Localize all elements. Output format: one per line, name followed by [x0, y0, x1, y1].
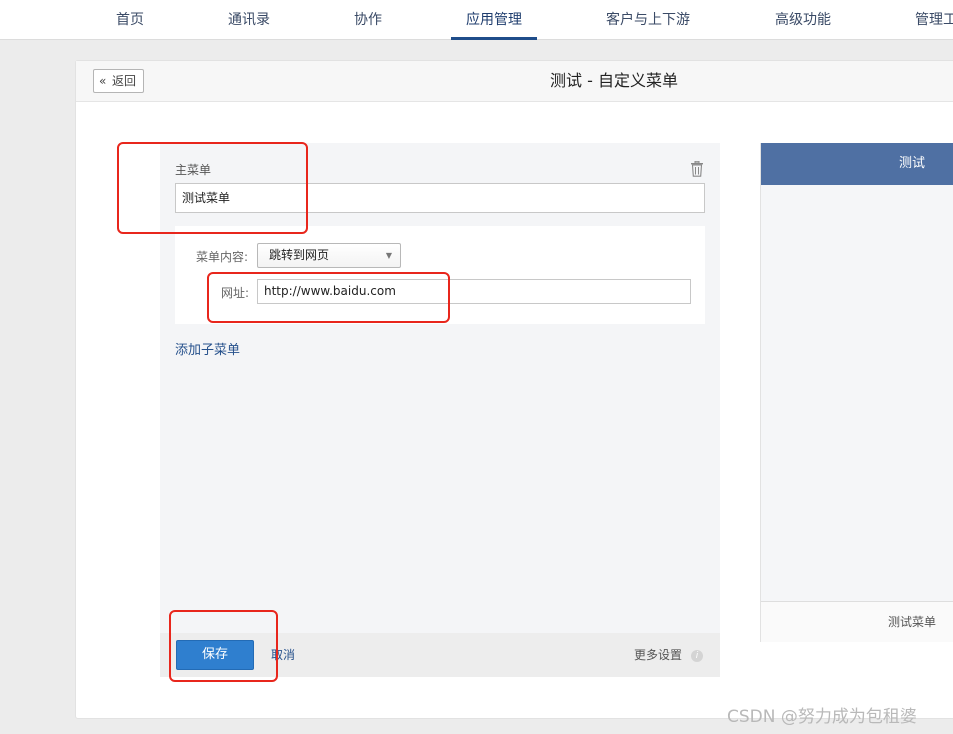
nav-item-advanced[interactable]: 高级功能 [775, 0, 831, 40]
url-input[interactable]: http://www.baidu.com [257, 279, 691, 304]
menu-name-input[interactable]: 测试菜单 [175, 183, 705, 213]
nav-item-customers[interactable]: 客户与上下游 [606, 0, 690, 40]
back-button-label: 返回 [112, 74, 137, 88]
info-icon[interactable]: i [691, 650, 703, 662]
nav-item-app-management[interactable]: 应用管理 [451, 0, 537, 40]
preview-bottom-menu[interactable]: 测试菜单 [761, 601, 953, 642]
preview-header: 测试 [761, 143, 953, 185]
card-header: « 返回 测试 - 自定义菜单 [76, 61, 953, 102]
menu-preview: 测试 测试菜单 [760, 143, 953, 642]
menu-content-select-value: 跳转到网页 [269, 248, 330, 262]
nav-item-contacts[interactable]: 通讯录 [228, 0, 270, 40]
menu-content-label: 菜单内容: [196, 250, 249, 264]
double-chevron-left-icon: « [99, 74, 107, 88]
back-button[interactable]: « 返回 [93, 69, 144, 93]
main-menu-label: 主菜单 [175, 163, 212, 177]
url-label: 网址: [221, 286, 250, 300]
add-submenu-link[interactable]: 添加子菜单 [175, 339, 240, 358]
dropdown-arrow-icon: ▼ [385, 251, 392, 260]
preview-menu-item: 测试菜单 [888, 615, 937, 629]
menu-content-select[interactable]: 跳转到网页 ▼ [257, 243, 401, 268]
menu-editor: 主菜单 测试菜单 菜单内容: 跳转到网页 ▼ 网址: http://www.ba… [160, 143, 720, 677]
menu-content-box: 菜单内容: 跳转到网页 ▼ 网址: http://www.baidu.com [175, 226, 705, 324]
page-title: 测试 - 自定义菜单 [550, 71, 678, 90]
more-settings-link[interactable]: 更多设置 [634, 640, 682, 670]
top-nav: 首页 通讯录 协作 应用管理 客户与上下游 高级功能 管理工 [0, 0, 953, 40]
save-button[interactable]: 保存 [176, 640, 254, 670]
nav-item-collaboration[interactable]: 协作 [354, 0, 382, 40]
watermark: CSDN @努力成为包租婆 [727, 707, 917, 727]
nav-item-management-tools[interactable]: 管理工 [915, 0, 953, 40]
preview-title: 测试 [899, 156, 926, 171]
editor-footer: 保存 取消 更多设置 i [160, 633, 720, 677]
trash-icon[interactable] [690, 160, 706, 179]
cancel-link[interactable]: 取消 [271, 640, 295, 670]
nav-item-home[interactable]: 首页 [116, 0, 144, 40]
